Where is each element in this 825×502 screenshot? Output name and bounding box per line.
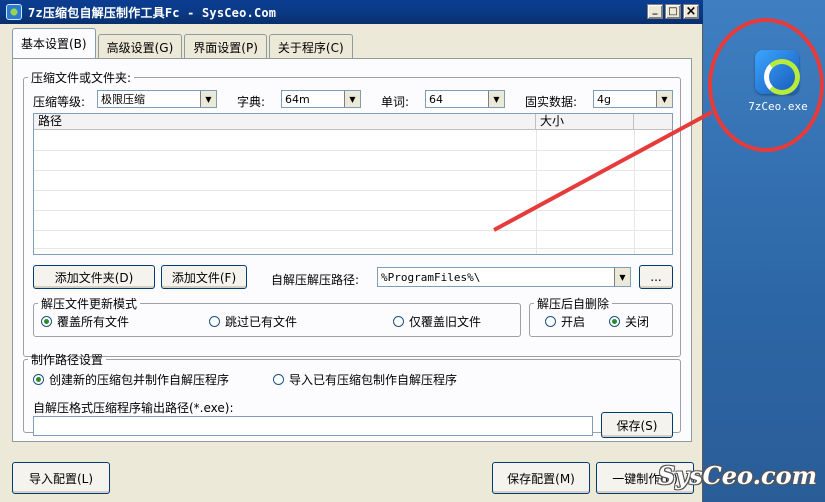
radio-overwrite-all[interactable]: 覆盖所有文件	[41, 313, 129, 330]
make-path-label: 制作路径设置	[31, 353, 104, 367]
file-list[interactable]: 路径 大小	[33, 113, 673, 255]
extract-path-label: 自解压解压路径:	[271, 273, 360, 287]
level-select[interactable]: 极限压缩 ▼	[97, 90, 217, 108]
compress-group-label: 压缩文件或文件夹:	[31, 71, 132, 85]
chevron-down-icon: ▼	[344, 91, 360, 107]
dict-value: 64m	[285, 92, 310, 106]
save-config-button[interactable]: 保存配置(M)	[492, 462, 590, 494]
radio-dot	[609, 316, 620, 327]
close-button[interactable]	[683, 4, 699, 19]
app-window: 7z压缩包自解压制作工具Fc - SysCeo.Com 基本设置(B) 高级设置…	[0, 0, 703, 502]
radio-dot	[41, 316, 52, 327]
radio-label: 开启	[561, 315, 586, 329]
word-label: 单词:	[381, 95, 410, 109]
radio-delete-off[interactable]: 关闭	[609, 313, 649, 330]
grid-line	[34, 248, 672, 249]
radio-label: 导入已有压缩包制作自解压程序	[289, 373, 458, 387]
solid-label: 固实数据:	[525, 95, 578, 109]
tab-basic[interactable]: 基本设置(B)	[12, 28, 96, 58]
radio-label: 创建新的压缩包并制作自解压程序	[49, 373, 230, 387]
grid-line	[34, 150, 672, 151]
import-config-button[interactable]: 导入配置(L)	[12, 462, 110, 494]
add-file-button[interactable]: 添加文件(F)	[161, 265, 247, 289]
level-value: 极限压缩	[101, 93, 145, 106]
save-path-button[interactable]: 保存(S)	[601, 412, 673, 438]
window-title: 7z压缩包自解压制作工具Fc - SysCeo.Com	[28, 5, 277, 20]
extract-path-value: %ProgramFiles%\	[381, 270, 481, 284]
tab-about[interactable]: 关于程序(C)	[268, 34, 353, 60]
exe-icon[interactable]	[755, 50, 800, 95]
word-value: 64	[429, 92, 443, 106]
dict-label: 字典:	[237, 95, 266, 109]
output-path-label: 自解压格式压缩程序输出路径(*.exe):	[33, 401, 234, 415]
level-label: 压缩等级:	[33, 95, 86, 109]
chevron-down-icon: ▼	[656, 91, 672, 107]
tab-interface[interactable]: 界面设置(P)	[184, 34, 267, 60]
output-path-input[interactable]	[33, 416, 593, 436]
chevron-down-icon: ▼	[614, 268, 630, 286]
column-extra	[634, 114, 672, 129]
radio-dot	[209, 316, 220, 327]
column-path[interactable]: 路径	[34, 114, 536, 129]
grid-line	[34, 190, 672, 191]
radio-import-existing[interactable]: 导入已有压缩包制作自解压程序	[273, 371, 457, 388]
radio-dot	[393, 316, 404, 327]
add-folder-button[interactable]: 添加文件夹(D)	[33, 265, 155, 289]
update-mode-label: 解压文件更新模式	[41, 297, 138, 311]
solid-select[interactable]: 4g ▼	[593, 90, 673, 108]
radio-label: 覆盖所有文件	[57, 315, 130, 329]
word-select[interactable]: 64 ▼	[425, 90, 505, 108]
chevron-down-icon: ▼	[488, 91, 504, 107]
tab-advanced[interactable]: 高级设置(G)	[97, 34, 183, 60]
solid-value: 4g	[597, 92, 611, 106]
tab-panel-basic: 压缩文件或文件夹: 压缩等级: 极限压缩 ▼ 字典: 64m ▼ 单词: 64 …	[12, 58, 692, 442]
column-divider	[536, 130, 537, 254]
grid-line	[34, 210, 672, 211]
maximize-button[interactable]	[665, 4, 681, 19]
radio-dot	[33, 374, 44, 385]
minimize-button[interactable]	[647, 1, 663, 19]
radio-skip-existing[interactable]: 跳过已有文件	[209, 313, 297, 330]
chevron-down-icon: ▼	[200, 91, 216, 107]
grid-line	[34, 170, 672, 171]
file-list-header: 路径 大小	[34, 114, 672, 130]
self-delete-label: 解压后自删除	[537, 297, 610, 311]
extract-path-select[interactable]: %ProgramFiles%\ ▼	[377, 267, 631, 287]
radio-label: 跳过已有文件	[225, 315, 298, 329]
tab-strip: 基本设置(B) 高级设置(G) 界面设置(P) 关于程序(C)	[12, 28, 355, 60]
app-icon	[6, 4, 22, 20]
title-bar[interactable]: 7z压缩包自解压制作工具Fc - SysCeo.Com	[0, 0, 703, 24]
grid-line	[34, 230, 672, 231]
window-controls	[647, 1, 699, 19]
column-size[interactable]: 大小	[536, 114, 634, 129]
watermark: SysCeo.com	[657, 461, 817, 490]
radio-label: 关闭	[625, 315, 650, 329]
dict-select[interactable]: 64m ▼	[281, 90, 361, 108]
radio-dot	[545, 316, 556, 327]
radio-dot	[273, 374, 284, 385]
radio-overwrite-older[interactable]: 仅覆盖旧文件	[393, 313, 481, 330]
radio-create-new[interactable]: 创建新的压缩包并制作自解压程序	[33, 371, 229, 388]
radio-delete-on[interactable]: 开启	[545, 313, 585, 330]
browse-button[interactable]: ...	[639, 265, 673, 289]
radio-label: 仅覆盖旧文件	[409, 315, 482, 329]
column-divider	[634, 130, 635, 254]
desktop-icon-label: 7zCeo.exe	[748, 100, 808, 113]
